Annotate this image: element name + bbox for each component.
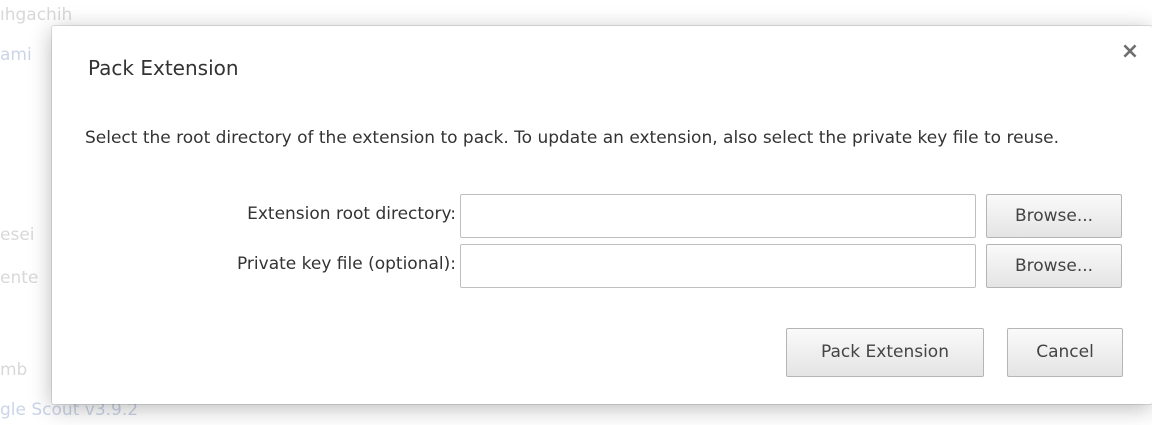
cancel-button[interactable]: Cancel — [1007, 328, 1123, 377]
close-icon[interactable]: × — [1118, 40, 1142, 64]
extension-root-browse-button[interactable]: Browse... — [986, 194, 1122, 238]
dialog-description: Select the root directory of the extensi… — [85, 128, 1060, 148]
extension-root-label: Extension root directory: — [247, 204, 456, 224]
dialog-title: Pack Extension — [88, 56, 239, 80]
private-key-browse-button[interactable]: Browse... — [986, 244, 1122, 288]
private-key-label: Private key file (optional): — [236, 254, 456, 274]
extension-root-input[interactable] — [460, 194, 976, 238]
extension-root-row: Extension root directory: Browse... — [52, 194, 1152, 238]
pack-extension-button[interactable]: Pack Extension — [786, 328, 984, 377]
private-key-row: Private key file (optional): Browse... — [52, 244, 1152, 288]
private-key-input[interactable] — [460, 244, 976, 288]
pack-extension-dialog: × Pack Extension Select the root directo… — [52, 26, 1152, 404]
